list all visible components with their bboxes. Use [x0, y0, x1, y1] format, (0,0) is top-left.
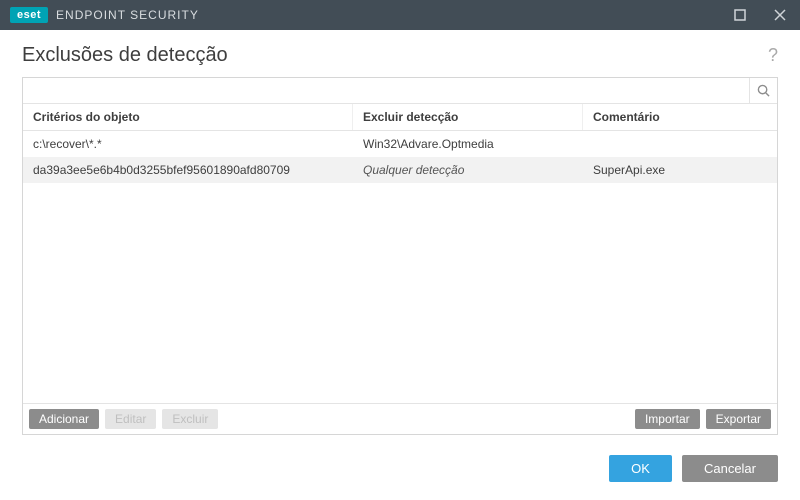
cancel-button[interactable]: Cancelar — [682, 455, 778, 482]
page-title: Exclusões de detecção — [22, 44, 768, 67]
window-close-button[interactable] — [760, 0, 800, 30]
edit-button: Editar — [105, 409, 156, 429]
search-bar — [23, 78, 777, 104]
cell-comment: SuperApi.exe — [583, 157, 777, 183]
cell-detection: Qualquer detecção — [353, 157, 583, 183]
help-icon[interactable]: ? — [768, 45, 778, 66]
window-minimize-button[interactable] — [720, 0, 760, 30]
delete-button: Excluir — [162, 409, 218, 429]
search-input[interactable] — [23, 80, 749, 102]
table-row[interactable]: da39a3ee5e6b4b0d3255bfef95601890afd80709… — [23, 157, 777, 183]
col-header-comment[interactable]: Comentário — [583, 104, 777, 130]
cell-detection: Win32\Advare.Optmedia — [353, 131, 583, 157]
add-button[interactable]: Adicionar — [29, 409, 99, 429]
exclusions-table: Critérios do objeto Excluir detecção Com… — [23, 104, 777, 403]
table-header-row: Critérios do objeto Excluir detecção Com… — [23, 104, 777, 131]
product-name: ENDPOINT SECURITY — [56, 8, 199, 22]
table-row[interactable]: c:\recover\*.*Win32\Advare.Optmedia — [23, 131, 777, 157]
close-icon — [774, 9, 786, 21]
import-button[interactable]: Importar — [635, 409, 700, 429]
cell-criteria: c:\recover\*.* — [23, 131, 353, 157]
brand-logo: eset — [10, 7, 48, 23]
table-body: c:\recover\*.*Win32\Advare.Optmediada39a… — [23, 131, 777, 183]
col-header-criteria[interactable]: Critérios do objeto — [23, 104, 353, 130]
cell-criteria: da39a3ee5e6b4b0d3255bfef95601890afd80709 — [23, 157, 353, 183]
content-panel: Critérios do objeto Excluir detecção Com… — [22, 77, 778, 435]
col-header-detection[interactable]: Excluir detecção — [353, 104, 583, 130]
page-header: Exclusões de detecção ? — [0, 30, 800, 77]
ok-button[interactable]: OK — [609, 455, 672, 482]
search-button[interactable] — [749, 78, 777, 103]
search-icon — [757, 84, 770, 97]
dialog-footer: OK Cancelar — [0, 435, 800, 482]
cell-comment — [583, 131, 777, 157]
action-bar: Adicionar Editar Excluir Importar Export… — [23, 403, 777, 434]
export-button[interactable]: Exportar — [706, 409, 771, 429]
minimize-icon — [734, 9, 746, 21]
window-titlebar: eset ENDPOINT SECURITY — [0, 0, 800, 30]
